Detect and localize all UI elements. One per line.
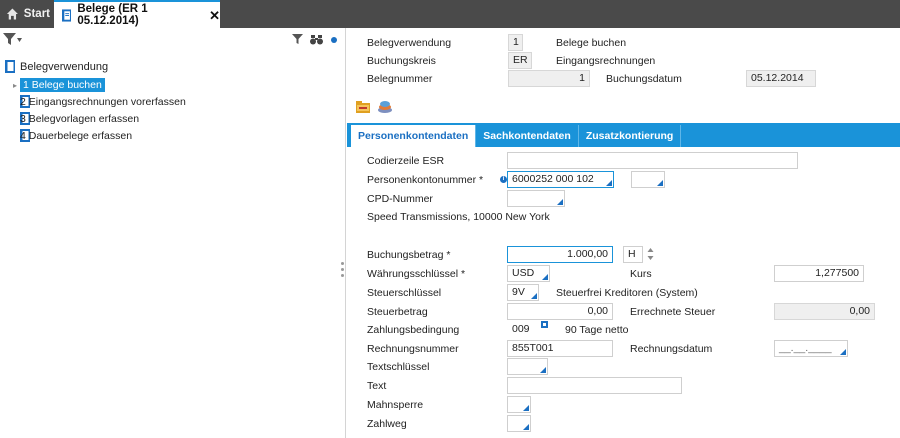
codierzeile-field[interactable]: [507, 152, 798, 169]
buchungskreis-field: ER: [508, 52, 532, 69]
belegnummer-field: 1: [508, 70, 590, 87]
rechnungsdatum-label: Rechnungsdatum: [630, 343, 713, 355]
steuerbetrag-label: Steuerbetrag: [367, 306, 428, 318]
buchungskreis-text: Eingangsrechnungen: [556, 55, 656, 67]
tree-item-label: 4 Dauerbelege erfassen: [20, 129, 133, 142]
document-icon: [62, 8, 72, 22]
tree-item-dauerbelege[interactable]: 4 Dauerbelege erfassen: [20, 128, 132, 143]
zahlungsbedingung-text: 90 Tage netto: [565, 324, 629, 336]
tree-item-belege-buchen[interactable]: 1 Belege buchen: [20, 77, 105, 92]
tab-bar: Start Belege (ER 1 05.12.2014) ✕: [0, 0, 900, 28]
tree-item-eingangsrechnungen[interactable]: 2 Eingangsrechnungen vorerfassen: [20, 94, 186, 109]
tree-root-label: Belegverwendung: [20, 60, 109, 73]
tree-expand-icon[interactable]: ▸: [13, 81, 17, 90]
zahlungsbedingung-label: Zahlungsbedingung: [367, 324, 460, 336]
tab-zusatzkontierung[interactable]: Zusatzkontierung: [579, 125, 682, 147]
tree-item-label: 1 Belege buchen: [20, 77, 105, 92]
kurs-label: Kurs: [630, 268, 652, 280]
address-text: Speed Transmissions, 10000 New York: [367, 211, 550, 223]
belegverwendung-text: Belege buchen: [556, 37, 627, 49]
zahlweg-field[interactable]: [507, 415, 531, 432]
chevron-down-icon[interactable]: [17, 38, 22, 42]
rechnungsnummer-label: Rechnungsnummer: [367, 343, 459, 355]
left-panel: Belegverwendung ▸ 1 Belege buchen 2 Eing…: [0, 28, 346, 438]
mahnsperre-field[interactable]: [507, 396, 531, 413]
left-toolbar: [0, 28, 346, 52]
steuerbetrag-field[interactable]: 0,00: [507, 303, 613, 320]
steuerschluessel-text: Steuerfrei Kreditoren (System): [556, 287, 698, 299]
personenkonto-field[interactable]: 6000252 000 102: [507, 171, 614, 188]
belegnummer-label: Belegnummer: [367, 73, 433, 85]
buchungskreis-label: Buchungskreis: [367, 55, 436, 67]
textschluessel-label: Textschlüssel: [367, 361, 430, 373]
textschluessel-field[interactable]: [507, 358, 548, 375]
soll-haben-field[interactable]: H: [623, 246, 643, 263]
errechnete-steuer-field: 0,00: [774, 303, 875, 320]
waehrung-label: Währungsschlüssel *: [367, 268, 466, 280]
tab-start-label: Start: [23, 8, 50, 20]
info-icon[interactable]: i: [500, 176, 507, 183]
errechnete-steuer-label: Errechnete Steuer: [630, 306, 716, 318]
personenkonto-label: Personenkontonummer *: [367, 174, 484, 186]
close-icon[interactable]: ✕: [209, 9, 220, 22]
buchungsbetrag-field[interactable]: 1.000,00: [507, 246, 613, 263]
text-label: Text: [367, 380, 387, 392]
buchungsdatum-label: Buchungsdatum: [606, 73, 682, 85]
stack-icon[interactable]: [377, 100, 393, 114]
mahnsperre-label: Mahnsperre: [367, 399, 424, 411]
zahlungsbedingung-field[interactable]: 009: [507, 321, 537, 338]
filter-small-icon[interactable]: [292, 34, 303, 45]
rechnungsdatum-field[interactable]: __.__.____: [774, 340, 848, 357]
book-icon: [5, 60, 15, 73]
kurs-field[interactable]: 1,277500: [774, 265, 864, 282]
text-field[interactable]: [507, 377, 682, 394]
steuerschluessel-label: Steuerschlüssel: [367, 287, 442, 299]
splitter-handle[interactable]: [341, 262, 344, 280]
tree-item-label: 2 Eingangsrechnungen vorerfassen: [20, 95, 186, 108]
lookup-icon[interactable]: [541, 321, 548, 328]
status-dot-icon[interactable]: [331, 37, 337, 43]
waehrung-field[interactable]: USD: [507, 265, 550, 282]
tab-start[interactable]: Start: [0, 0, 50, 28]
stepper-icon[interactable]: [647, 247, 654, 261]
belegverwendung-label: Belegverwendung: [367, 37, 452, 49]
zahlweg-label: Zahlweg: [367, 418, 407, 430]
tab-personenkontendaten[interactable]: Personenkontendaten: [351, 125, 477, 147]
subtab-bar: Personenkontendaten Sachkontendaten Zusa…: [347, 123, 900, 147]
cpd-field[interactable]: [507, 190, 565, 207]
binoculars-icon[interactable]: [310, 34, 323, 45]
buchungsdatum-field: 05.12.2014: [746, 70, 816, 87]
tree-item-belegvorlagen[interactable]: 3 Belegvorlagen erfassen: [20, 111, 139, 126]
folder-icon[interactable]: [356, 100, 370, 114]
right-panel: Belegverwendung 1 Belege buchen Buchungs…: [347, 28, 900, 438]
tree-item-label: 3 Belegvorlagen erfassen: [20, 112, 140, 125]
personenkonto-extra-field[interactable]: [631, 171, 665, 188]
belegverwendung-field: 1: [508, 34, 523, 51]
buchungsbetrag-label: Buchungsbetrag *: [367, 249, 451, 261]
home-icon: [6, 8, 18, 20]
rechnungsnummer-field[interactable]: 855T001: [507, 340, 613, 357]
tab-belege-label: Belege (ER 1 05.12.2014): [77, 3, 148, 27]
tab-belege[interactable]: Belege (ER 1 05.12.2014) ✕: [54, 0, 220, 28]
tab-sachkontendaten[interactable]: Sachkontendaten: [476, 125, 579, 147]
codierzeile-label: Codierzeile ESR: [367, 155, 445, 167]
steuerschluessel-field[interactable]: 9V: [507, 284, 539, 301]
tree-root[interactable]: Belegverwendung: [5, 60, 108, 73]
cpd-label: CPD-Nummer: [367, 193, 433, 205]
